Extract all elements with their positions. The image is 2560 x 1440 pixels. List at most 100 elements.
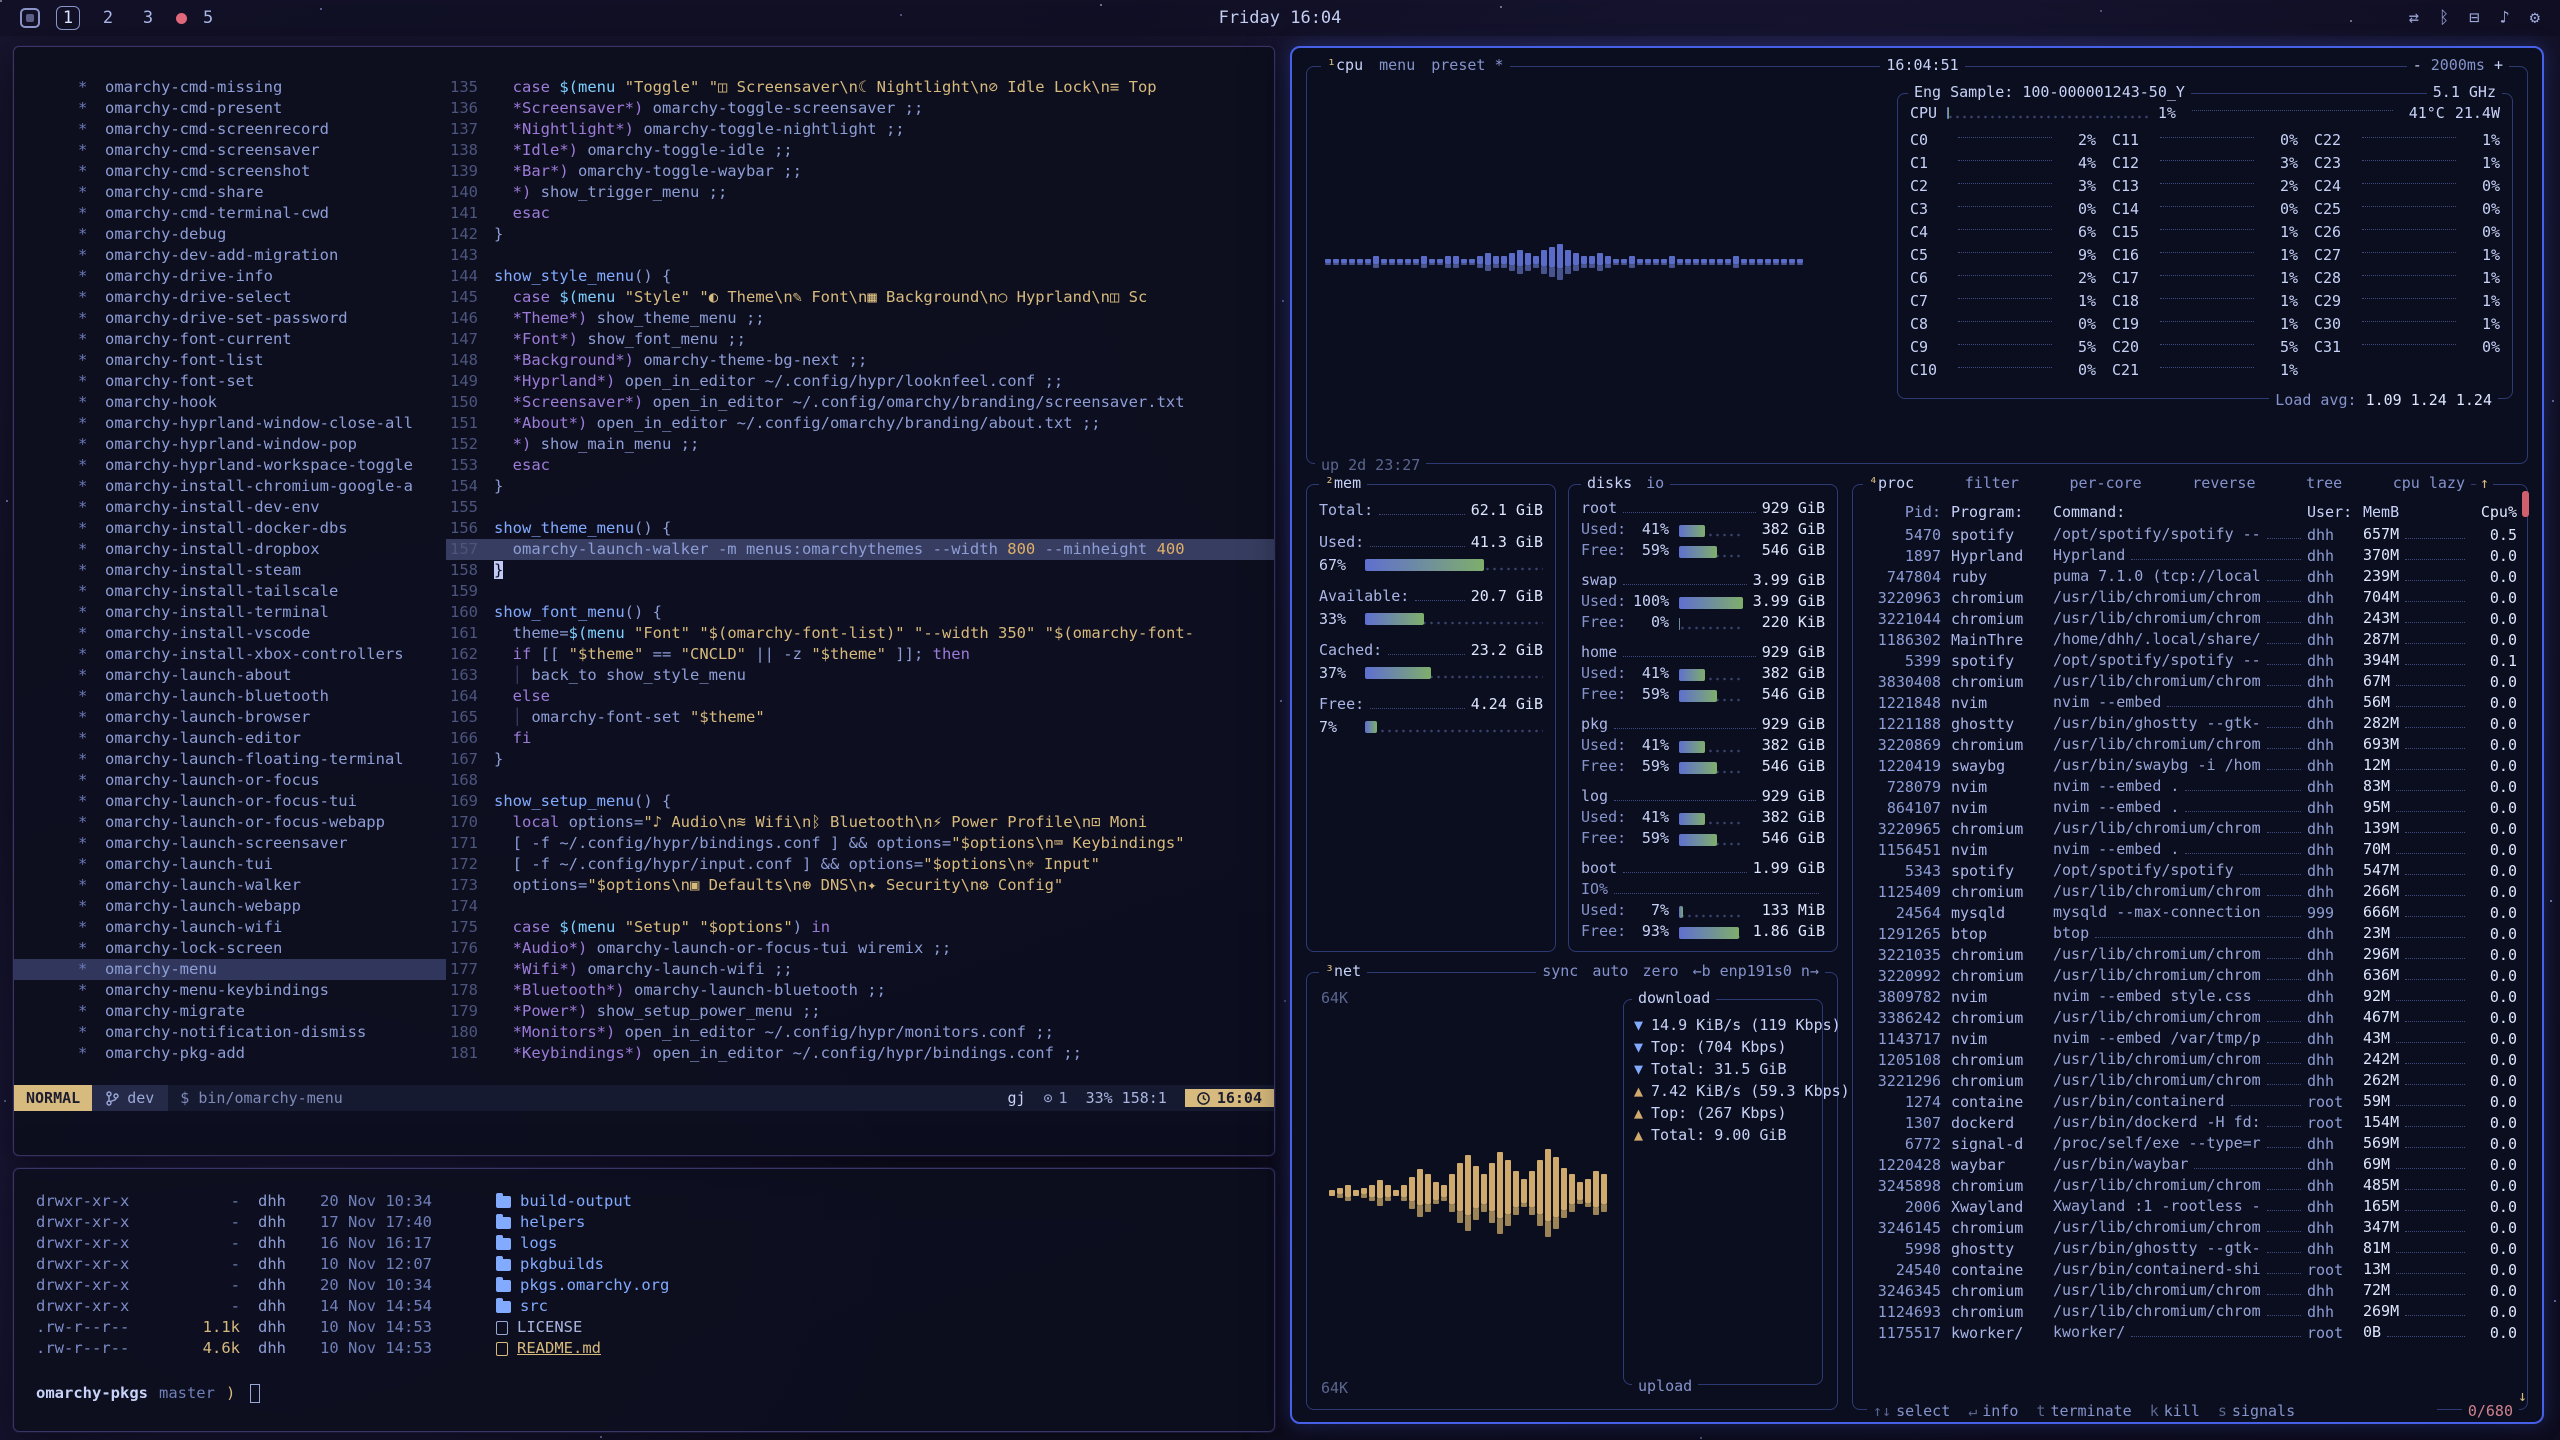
process-row[interactable]: 864107 nvim nvim --embed . dhh 95M 0.0: [1865, 797, 2517, 818]
command-line-area[interactable]: [14, 1111, 1274, 1155]
file-tree-item[interactable]: * omarchy-launch-wifi: [14, 917, 446, 938]
tab-disks[interactable]: disks: [1587, 474, 1632, 492]
proc-percore-button[interactable]: per-core: [2069, 474, 2141, 492]
file-tree-item[interactable]: * omarchy-launch-editor: [14, 728, 446, 749]
proc-sort-button[interactable]: cpu lazy: [2393, 474, 2465, 492]
entry-name[interactable]: pkgs.omarchy.org: [520, 1275, 669, 1296]
process-row[interactable]: 1186302 MainThre /home/dhh/.local/share/…: [1865, 629, 2517, 650]
proc-filter-button[interactable]: filter: [1965, 474, 2019, 492]
code-buffer[interactable]: 135 case $(menu "Toggle" "◫ Screensaver\…: [446, 77, 1274, 1085]
process-row[interactable]: 3245898 chromium /usr/lib/chromium/chrom…: [1865, 1175, 2517, 1196]
file-tree-item[interactable]: * omarchy-launch-bluetooth: [14, 686, 446, 707]
menu-button[interactable]: menu: [1379, 56, 1415, 74]
process-row[interactable]: 5470 spotify /opt/spotify/spotify -- dhh…: [1865, 524, 2517, 545]
process-row[interactable]: 3220869 chromium /usr/lib/chromium/chrom…: [1865, 734, 2517, 755]
file-tree-item[interactable]: * omarchy-install-dev-env: [14, 497, 446, 518]
file-tree-item[interactable]: * omarchy-drive-set-password: [14, 308, 446, 329]
file-tree-item[interactable]: * omarchy-drive-select: [14, 287, 446, 308]
refresh-interval-control[interactable]: - 2000ms +: [2407, 56, 2509, 74]
process-table-header[interactable]: Pid: Program: Command: User: MemB Cpu%: [1865, 501, 2517, 522]
tab-net[interactable]: ³net: [1319, 962, 1367, 980]
file-tree-item[interactable]: * omarchy-launch-walker: [14, 875, 446, 896]
process-row[interactable]: 1156451 nvim nvim --embed . dhh 70M 0.0: [1865, 839, 2517, 860]
process-row[interactable]: 3386242 chromium /usr/lib/chromium/chrom…: [1865, 1007, 2517, 1028]
volume-icon[interactable]: ♪: [2500, 8, 2510, 28]
file-tree-item[interactable]: * omarchy-dev-add-migration: [14, 245, 446, 266]
net-zero-button[interactable]: zero: [1642, 962, 1678, 980]
entry-name[interactable]: pkgbuilds: [520, 1254, 604, 1275]
process-row[interactable]: 747804 ruby puma 7.1.0 (tcp://local dhh …: [1865, 566, 2517, 587]
tab-io[interactable]: io: [1646, 474, 1664, 492]
file-tree-item[interactable]: * omarchy-debug: [14, 224, 446, 245]
net-sync-button[interactable]: sync: [1542, 962, 1578, 980]
file-tree-item[interactable]: * omarchy-font-set: [14, 371, 446, 392]
process-action-button[interactable]: ↵info: [1968, 1402, 2018, 1420]
file-tree-item[interactable]: * omarchy-install-steam: [14, 560, 446, 581]
file-tree-item[interactable]: * omarchy-cmd-terminal-cwd: [14, 203, 446, 224]
process-row[interactable]: 1291265 btop btop dhh 23M 0.0: [1865, 923, 2517, 944]
file-tree-item[interactable]: * omarchy-cmd-missing: [14, 77, 446, 98]
entry-name[interactable]: README.md: [517, 1338, 601, 1359]
scrollbar-thumb[interactable]: [2522, 491, 2529, 517]
file-tree-item[interactable]: * omarchy-font-current: [14, 329, 446, 350]
process-row[interactable]: 1125409 chromium /usr/lib/chromium/chrom…: [1865, 881, 2517, 902]
process-row[interactable]: 3809782 nvim nvim --embed style.css dhh …: [1865, 986, 2517, 1007]
proc-tree-button[interactable]: tree: [2306, 474, 2342, 492]
process-row[interactable]: 1220419 swaybg /usr/bin/swaybg -i /hom d…: [1865, 755, 2517, 776]
file-tree-item[interactable]: * omarchy-cmd-screensaver: [14, 140, 446, 161]
file-tree-item[interactable]: * omarchy-pkg-add: [14, 1043, 446, 1064]
scroll-up-icon[interactable]: ↑: [2476, 474, 2493, 492]
settings-gear-icon[interactable]: ⚙: [2530, 8, 2540, 28]
file-tree-item[interactable]: * omarchy-launch-or-focus: [14, 770, 446, 791]
file-tree-item[interactable]: * omarchy-install-chromium-google-a: [14, 476, 446, 497]
process-row[interactable]: 3220963 chromium /usr/lib/chromium/chrom…: [1865, 587, 2517, 608]
process-row[interactable]: 5399 spotify /opt/spotify/spotify -- dhh…: [1865, 650, 2517, 671]
process-row[interactable]: 1205108 chromium /usr/lib/chromium/chrom…: [1865, 1049, 2517, 1070]
file-tree-item[interactable]: * omarchy-lock-screen: [14, 938, 446, 959]
scroll-down-icon[interactable]: ↓: [2518, 1387, 2527, 1405]
file-tree-item[interactable]: * omarchy-cmd-share: [14, 182, 446, 203]
file-tree-item[interactable]: * omarchy-cmd-screenshot: [14, 161, 446, 182]
entry-name[interactable]: src: [520, 1296, 548, 1317]
process-row[interactable]: 3246145 chromium /usr/lib/chromium/chrom…: [1865, 1217, 2517, 1238]
process-action-button[interactable]: ssignals: [2218, 1402, 2295, 1420]
process-row[interactable]: 3220992 chromium /usr/lib/chromium/chrom…: [1865, 965, 2517, 986]
process-action-button[interactable]: ↑↓select: [1873, 1402, 1950, 1420]
process-row[interactable]: 3221044 chromium /usr/lib/chromium/chrom…: [1865, 608, 2517, 629]
process-row[interactable]: 1175517 kworker/ kworker/ root 0B 0.0: [1865, 1322, 2517, 1343]
shell-prompt[interactable]: omarchy-pkgs master ): [36, 1383, 1252, 1404]
process-row[interactable]: 24540 containe /usr/bin/containerd-shi r…: [1865, 1259, 2517, 1280]
file-tree-item[interactable]: * omarchy-cmd-present: [14, 98, 446, 119]
file-tree-item[interactable]: * omarchy-hyprland-window-close-all: [14, 413, 446, 434]
network-arrows-icon[interactable]: ⇄: [2409, 8, 2419, 28]
net-interface-switch[interactable]: ←b enp191s0 n→: [1693, 962, 1819, 980]
file-tree-item[interactable]: * omarchy-install-terminal: [14, 602, 446, 623]
process-row[interactable]: 24564 mysqld mysqld --max-connection 999…: [1865, 902, 2517, 923]
process-row[interactable]: 6772 signal-d /proc/self/exe --type=r dh…: [1865, 1133, 2517, 1154]
bluetooth-icon[interactable]: ᛒ: [2439, 8, 2449, 28]
file-tree-item[interactable]: * omarchy-menu: [14, 959, 446, 980]
file-tree-item[interactable]: * omarchy-launch-tui: [14, 854, 446, 875]
file-tree-item[interactable]: * omarchy-launch-about: [14, 665, 446, 686]
clock[interactable]: Friday 16:04: [1219, 8, 1342, 28]
file-tree-item[interactable]: * omarchy-hyprland-window-pop: [14, 434, 446, 455]
file-tree-item[interactable]: * omarchy-hyprland-workspace-toggle: [14, 455, 446, 476]
process-row[interactable]: 3221296 chromium /usr/lib/chromium/chrom…: [1865, 1070, 2517, 1091]
file-tree-item[interactable]: * omarchy-launch-screensaver: [14, 833, 446, 854]
workspace-2[interactable]: 2: [96, 6, 120, 30]
tab-cpu[interactable]: ¹cpu: [1327, 56, 1363, 74]
process-row[interactable]: 1143717 nvim nvim --embed /var/tmp/p dhh…: [1865, 1028, 2517, 1049]
process-row[interactable]: 728079 nvim nvim --embed . dhh 83M 0.0: [1865, 776, 2517, 797]
process-row[interactable]: 3221035 chromium /usr/lib/chromium/chrom…: [1865, 944, 2517, 965]
file-tree-item[interactable]: * omarchy-launch-or-focus-tui: [14, 791, 446, 812]
interval-minus-button[interactable]: -: [2413, 56, 2422, 74]
tab-proc[interactable]: ⁴proc: [1869, 474, 1914, 492]
file-tree-item[interactable]: * omarchy-launch-floating-terminal: [14, 749, 446, 770]
process-row[interactable]: 1274 containe /usr/bin/containerd root 5…: [1865, 1091, 2517, 1112]
process-row[interactable]: 1124693 chromium /usr/lib/chromium/chrom…: [1865, 1301, 2517, 1322]
process-row[interactable]: 1220428 waybar /usr/bin/waybar dhh 69M 0…: [1865, 1154, 2517, 1175]
entry-name[interactable]: helpers: [520, 1212, 585, 1233]
file-tree-item[interactable]: * omarchy-font-list: [14, 350, 446, 371]
process-row[interactable]: 5343 spotify /opt/spotify/spotify dhh 54…: [1865, 860, 2517, 881]
file-tree-item[interactable]: * omarchy-notification-dismiss: [14, 1022, 446, 1043]
